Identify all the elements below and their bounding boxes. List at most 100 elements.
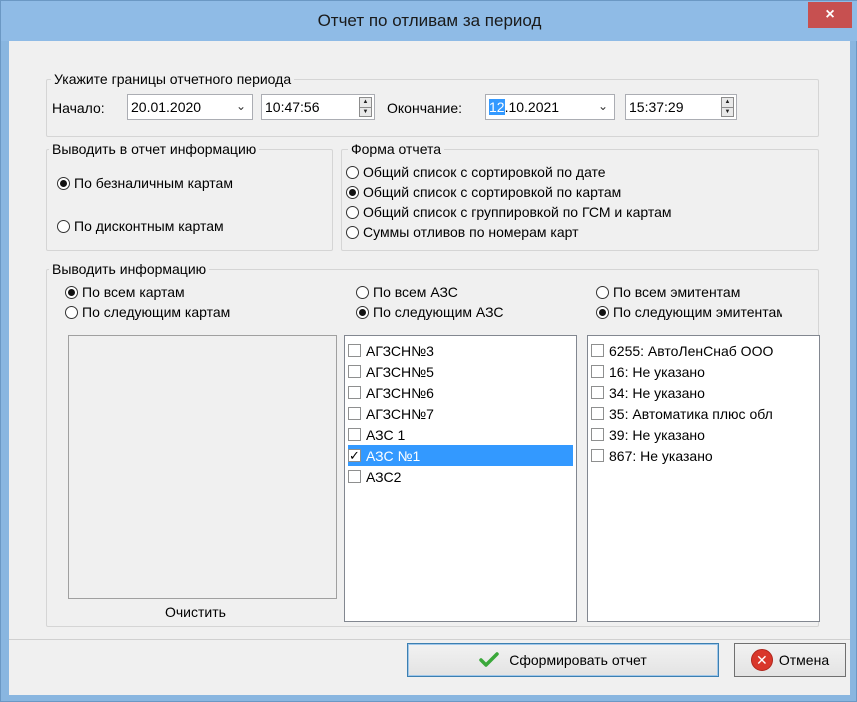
list-item[interactable]: 34: Не указано	[591, 382, 705, 403]
radio-form-by-date[interactable]: Общий список с сортировкой по дате	[346, 164, 606, 180]
dialog-body: Укажите границы отчетного периода Начало…	[9, 41, 850, 695]
radio-dot[interactable]	[596, 305, 609, 319]
radio-dot[interactable]	[356, 285, 369, 299]
list-item-label: 35: Автоматика плюс обл	[609, 405, 773, 422]
list-item[interactable]: 6255: АвтоЛенСнаб ООО	[591, 340, 773, 361]
title-bar[interactable]: Отчет по отливам за период ×	[1, 1, 857, 41]
list-item-label: 16: Не указано	[609, 363, 705, 380]
radio-dot[interactable]	[346, 185, 359, 199]
list-item[interactable]: АГЗСН№5	[348, 361, 573, 382]
checkbox[interactable]	[591, 386, 604, 399]
radio-label: По всем АЗС	[373, 284, 458, 300]
checkbox[interactable]	[591, 428, 604, 441]
radio-dot[interactable]	[57, 176, 70, 190]
cancel-icon: ✕	[750, 649, 773, 671]
radio-all-stations[interactable]: По всем АЗС	[356, 284, 458, 300]
check-icon	[479, 652, 499, 668]
radio-form-by-cards[interactable]: Общий список с сортировкой по картам	[346, 184, 621, 200]
radio-dot[interactable]	[356, 305, 369, 319]
radio-cashless-cards[interactable]: По безналичным картам	[57, 175, 233, 191]
end-label: Окончание:	[387, 100, 462, 116]
radio-dot[interactable]	[596, 285, 609, 299]
issuers-list[interactable]: 6255: АвтоЛенСнаб ООО 16: Не указано 34:…	[587, 335, 820, 622]
checkbox[interactable]	[591, 407, 604, 420]
clear-cards-button[interactable]: Очистить	[165, 604, 226, 620]
end-time-spinner[interactable]: 15:37:29 ▲ ▼	[625, 94, 737, 120]
cancel-label: Отмена	[778, 652, 830, 668]
checkbox[interactable]	[591, 365, 604, 378]
spin-down-icon[interactable]: ▼	[722, 106, 733, 117]
radio-all-cards[interactable]: По всем картам	[65, 284, 251, 300]
generate-report-button[interactable]: Сформировать отчет	[407, 643, 719, 677]
close-button[interactable]: ×	[808, 2, 852, 28]
radio-label: По следующим картам	[82, 304, 231, 320]
radio-dot[interactable]	[57, 219, 70, 233]
radio-following-cards[interactable]: По следующим картам	[65, 304, 251, 320]
checkbox[interactable]	[348, 344, 361, 357]
chevron-down-icon[interactable]: ⌄	[236, 99, 246, 113]
list-item[interactable]: 35: Автоматика плюс обл	[591, 403, 773, 424]
radio-following-issuers[interactable]: По следующим эмитентам	[596, 304, 782, 320]
end-time-spin-buttons[interactable]: ▲ ▼	[721, 97, 734, 117]
list-item[interactable]: АГЗСН№3	[348, 340, 573, 361]
checkbox[interactable]	[348, 428, 361, 441]
radio-all-issuers[interactable]: По всем эмитентам	[596, 284, 780, 300]
radio-form-sums-by-card[interactable]: Суммы отливов по номерам карт	[346, 224, 579, 240]
list-item-label: АГЗСН№6	[366, 384, 434, 401]
radio-dot[interactable]	[65, 285, 78, 299]
list-item[interactable]: 39: Не указано	[591, 424, 705, 445]
end-date-combo[interactable]: 12.10.2021 ⌄	[485, 94, 615, 120]
list-item-label: АЗС2	[366, 468, 402, 485]
list-item[interactable]: АЗС 1	[348, 424, 573, 445]
period-group: Укажите границы отчетного периода Начало…	[46, 71, 819, 137]
end-date-rest: .10.2021	[504, 99, 560, 115]
list-item-label: АЗС 1	[366, 426, 406, 443]
radio-label: По безналичным картам	[74, 175, 233, 191]
list-item[interactable]: АГЗСН№7	[348, 403, 573, 424]
list-item-label: АГЗСН№7	[366, 405, 434, 422]
start-time-value: 10:47:56	[265, 99, 320, 115]
period-legend: Укажите границы отчетного периода	[51, 71, 295, 87]
chevron-down-icon[interactable]: ⌄	[598, 99, 608, 113]
cards-list[interactable]	[68, 335, 337, 599]
cancel-button[interactable]: ✕ Отмена	[734, 643, 846, 677]
radio-discount-cards[interactable]: По дисконтным картам	[57, 218, 224, 234]
radio-dot[interactable]	[346, 205, 359, 219]
radio-form-group-fuel-cards[interactable]: Общий список с группировкой по ГСМ и кар…	[346, 204, 672, 220]
radio-dot[interactable]	[346, 165, 359, 179]
radio-following-stations[interactable]: По следующим АЗС	[356, 304, 504, 320]
dialog-window: Отчет по отливам за период × Укажите гра…	[0, 0, 857, 702]
spin-up-icon[interactable]: ▲	[360, 98, 371, 107]
radio-dot[interactable]	[346, 225, 359, 239]
list-item-label: АГЗСН№5	[366, 363, 434, 380]
radio-label: По дисконтным картам	[74, 218, 224, 234]
checkbox[interactable]	[591, 344, 604, 357]
info-output-group: Выводить в отчет информацию По безналичн…	[46, 141, 333, 251]
filters-legend: Выводить информацию	[49, 261, 210, 277]
stations-list[interactable]: АГЗСН№3 АГЗСН№5 АГЗСН№6 АГЗСН№7 АЗС 1 ✓ …	[344, 335, 577, 622]
start-time-spin-buttons[interactable]: ▲ ▼	[359, 97, 372, 117]
close-icon: ×	[825, 6, 835, 23]
start-date-combo[interactable]: 20.01.2020 ⌄	[127, 94, 253, 120]
checkbox[interactable]	[591, 449, 604, 462]
radio-dot[interactable]	[65, 305, 78, 319]
start-date-value: 20.01.2020	[131, 99, 202, 115]
spin-up-icon[interactable]: ▲	[722, 98, 733, 107]
list-item[interactable]: АЗС2	[348, 466, 573, 487]
start-label: Начало:	[52, 100, 105, 116]
report-form-group: Форма отчета Общий список с сортировкой …	[341, 141, 819, 251]
list-item[interactable]: АГЗСН№6	[348, 382, 573, 403]
start-time-spinner[interactable]: 10:47:56 ▲ ▼	[261, 94, 375, 120]
list-item-selected[interactable]: ✓ АЗС №1	[348, 445, 573, 466]
spin-down-icon[interactable]: ▼	[360, 106, 371, 117]
list-item-label: 867: Не указано	[609, 447, 713, 464]
radio-label: Общий список с группировкой по ГСМ и кар…	[363, 204, 672, 220]
checkbox[interactable]	[348, 365, 361, 378]
list-item[interactable]: 16: Не указано	[591, 361, 705, 382]
checkbox[interactable]	[348, 470, 361, 483]
checkbox[interactable]	[348, 386, 361, 399]
list-item-label: 39: Не указано	[609, 426, 705, 443]
list-item[interactable]: 867: Не указано	[591, 445, 713, 466]
checkbox[interactable]	[348, 407, 361, 420]
checkbox-checked[interactable]: ✓	[348, 449, 361, 462]
